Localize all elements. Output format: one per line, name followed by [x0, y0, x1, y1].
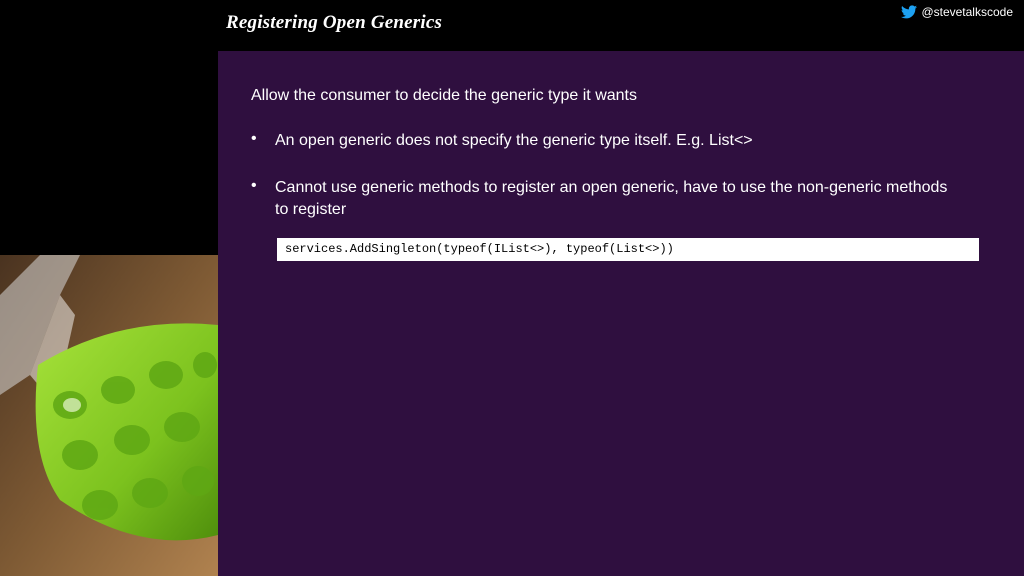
ice-tray-photo [0, 255, 218, 576]
code-snippet: services.AddSingleton(typeof(IList<>), t… [277, 238, 979, 261]
intro-text: Allow the consumer to decide the generic… [251, 87, 637, 104]
bullet-item: • An open generic does not specify the g… [251, 130, 955, 152]
twitter-bird-icon [901, 5, 918, 19]
bullet-text: An open generic does not specify the gen… [275, 132, 753, 149]
slide-title: Registering Open Generics [226, 12, 443, 33]
content-panel: Allow the consumer to decide the generic… [218, 51, 1024, 576]
slide: Registering Open Generics @stevetalkscod… [0, 0, 1024, 576]
bullet-marker: • [251, 177, 257, 194]
twitter-handle-text: @stevetalkscode [921, 5, 1013, 19]
bullet-item: • Cannot use generic methods to register… [251, 177, 955, 221]
bullet-marker: • [251, 130, 257, 147]
twitter-handle: @stevetalkscode [901, 5, 1013, 19]
bullet-text: Cannot use generic methods to register a… [275, 179, 948, 218]
